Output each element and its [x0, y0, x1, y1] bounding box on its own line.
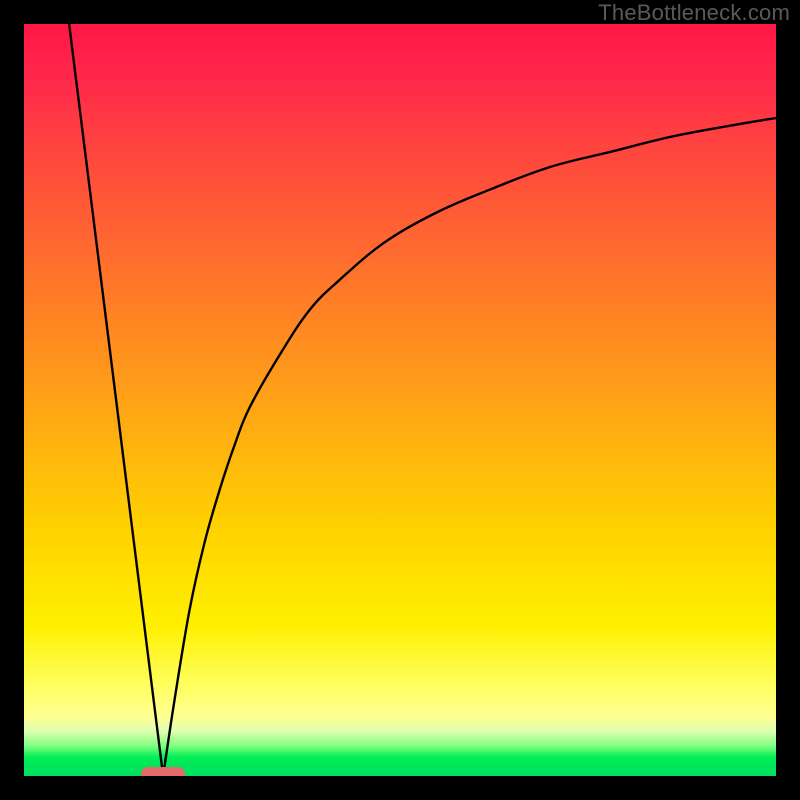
plot-area — [24, 24, 776, 776]
watermark-text: TheBottleneck.com — [598, 0, 790, 26]
chart-frame: TheBottleneck.com — [0, 0, 800, 800]
left-branch — [69, 24, 163, 776]
right-branch — [163, 118, 776, 776]
optimal-marker — [141, 767, 185, 776]
curve-layer — [24, 24, 776, 776]
